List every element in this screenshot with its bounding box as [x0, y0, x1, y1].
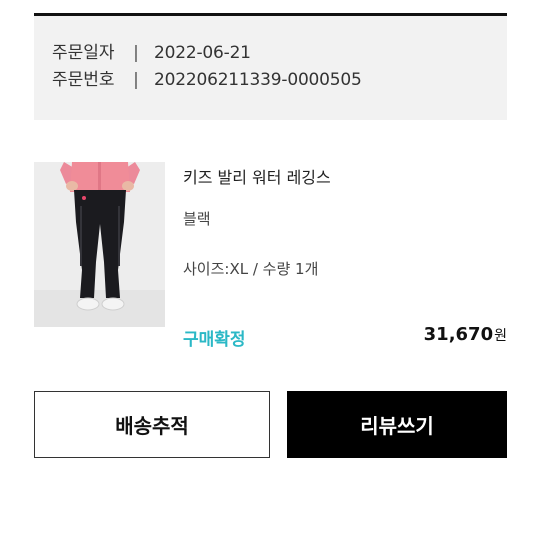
product-name[interactable]: 키즈 발리 워터 레깅스: [183, 164, 331, 188]
order-info-box: 주문일자 | 2022-06-21 주문번호 | 202206211339-00…: [34, 16, 507, 120]
product-thumbnail[interactable]: [34, 162, 165, 327]
product-price: 31,670원: [424, 324, 507, 345]
product-color: 블랙: [183, 210, 211, 228]
order-date-separator: |: [133, 43, 139, 63]
price-currency: 원: [494, 328, 507, 344]
product-photo: [34, 162, 165, 327]
order-status: 구매확정: [183, 330, 246, 350]
product-option: 사이즈:XL / 수량 1개: [183, 260, 319, 278]
order-date-label: 주문일자: [52, 43, 115, 63]
write-review-button[interactable]: 리뷰쓰기: [287, 391, 507, 458]
order-date-row: 주문일자 | 2022-06-21: [52, 42, 251, 64]
order-number-value: 202206211339-0000505: [154, 70, 362, 90]
order-number-label: 주문번호: [52, 70, 115, 90]
order-detail-page: 주문일자 | 2022-06-21 주문번호 | 202206211339-00…: [0, 0, 540, 540]
price-amount: 31,670: [423, 324, 494, 345]
track-delivery-button[interactable]: 배송추적: [34, 391, 270, 458]
order-date-value: 2022-06-21: [154, 43, 251, 63]
order-number-separator: |: [133, 70, 139, 90]
order-number-row: 주문번호 | 202206211339-0000505: [52, 69, 362, 91]
